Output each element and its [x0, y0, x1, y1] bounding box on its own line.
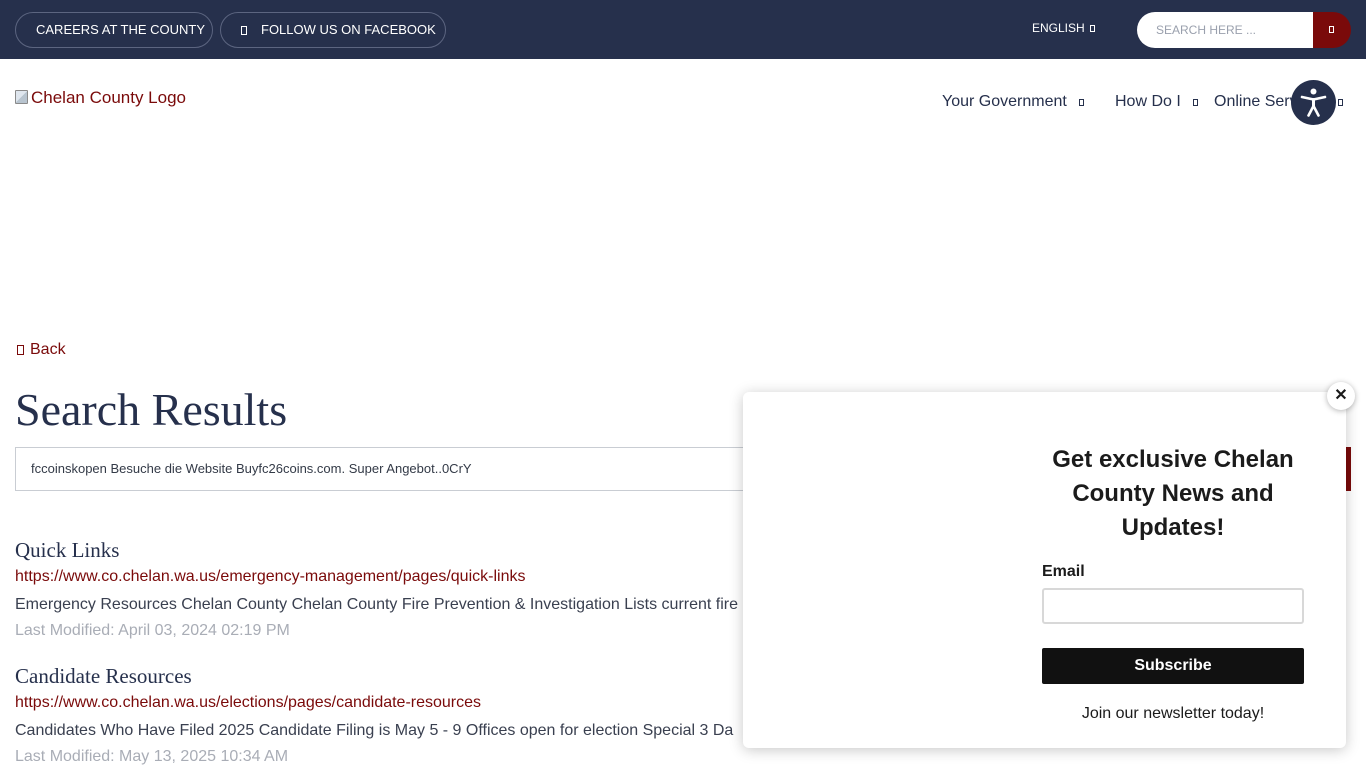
result-title[interactable]: Candidate Resources: [15, 664, 775, 692]
nav-label: How Do I: [1115, 93, 1181, 110]
search-result: Quick Links https://www.co.chelan.wa.us/…: [15, 538, 775, 644]
language-selector[interactable]: ENGLISH: [1032, 21, 1095, 35]
search-button[interactable]: [1313, 12, 1351, 48]
careers-label: CAREERS AT THE COUNTY: [36, 22, 206, 37]
chevron-down-icon: [1089, 25, 1095, 32]
facebook-button[interactable]: FOLLOW US ON FACEBOOK: [220, 12, 446, 48]
close-icon: ✕: [1334, 387, 1348, 404]
subscribe-button[interactable]: Subscribe: [1042, 648, 1304, 684]
back-arrow-icon: [17, 345, 24, 355]
result-title[interactable]: Quick Links: [15, 538, 775, 566]
search-icon: [1329, 26, 1334, 33]
page-title: Search Results: [15, 384, 288, 435]
broken-image-icon: [15, 90, 28, 104]
site-search: SEARCH HERE ...: [1137, 12, 1351, 48]
chevron-down-icon: [1078, 99, 1084, 106]
accessibility-icon: [1300, 88, 1327, 117]
chevron-down-icon: [1192, 99, 1198, 106]
nav-your-government[interactable]: Your Government: [942, 93, 1084, 111]
email-field[interactable]: [1042, 588, 1304, 624]
result-url[interactable]: https://www.co.chelan.wa.us/elections/pa…: [15, 692, 775, 718]
close-popup-button[interactable]: ✕: [1327, 382, 1355, 410]
popup-heading: Get exclusive Chelan County News and Upd…: [1052, 446, 1294, 541]
nav-label: Your Government: [942, 93, 1067, 110]
result-description: Candidates Who Have Filed 2025 Candidate…: [15, 722, 734, 739]
language-label: ENGLISH: [1032, 21, 1085, 35]
email-label: Email: [1042, 563, 1085, 580]
search-result: Candidate Resources https://www.co.chela…: [15, 664, 775, 770]
nav-how-do-i[interactable]: How Do I: [1115, 93, 1198, 111]
result-modified: Last Modified: May 13, 2025 10:34 AM: [15, 748, 289, 765]
accessibility-button[interactable]: [1291, 80, 1336, 125]
search-input[interactable]: SEARCH HERE ...: [1137, 12, 1313, 48]
back-link[interactable]: Back: [17, 341, 66, 359]
facebook-icon: [241, 26, 247, 35]
result-description: Emergency Resources Chelan County Chelan…: [15, 596, 739, 613]
newsletter-text: Join our newsletter today!: [1081, 705, 1265, 722]
result-url[interactable]: https://www.co.chelan.wa.us/emergency-ma…: [15, 566, 775, 592]
back-label: Back: [30, 341, 66, 358]
county-logo[interactable]: Chelan County Logo: [15, 88, 186, 108]
logo-alt-text: Chelan County Logo: [31, 88, 187, 107]
result-modified: Last Modified: April 03, 2024 02:19 PM: [15, 622, 290, 639]
chevron-down-icon: [1338, 99, 1344, 106]
top-bar: CAREERS AT THE COUNTY FOLLOW US ON FACEB…: [0, 0, 1366, 59]
facebook-label: FOLLOW US ON FACEBOOK: [261, 22, 436, 37]
careers-button[interactable]: CAREERS AT THE COUNTY: [15, 12, 213, 48]
